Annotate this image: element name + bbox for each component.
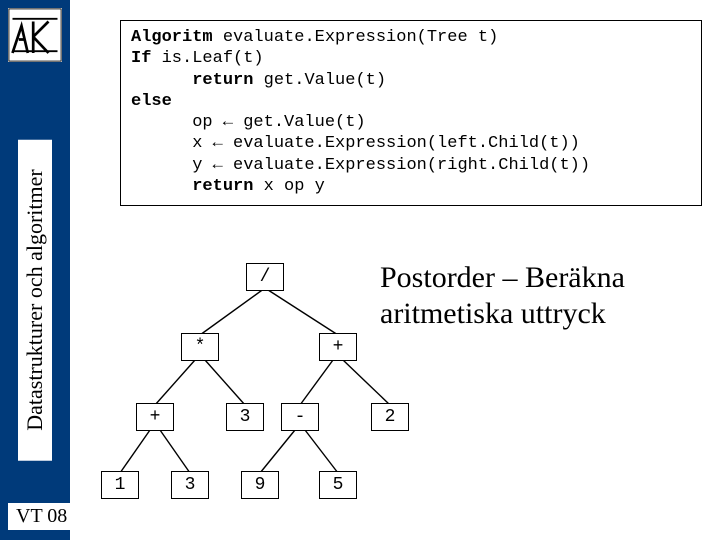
indent-l3 bbox=[131, 71, 192, 90]
kw-if: If bbox=[131, 49, 151, 68]
code-l6: x ← evaluate.Expression(left.Child(t)) bbox=[131, 134, 580, 153]
node-one: 1 bbox=[101, 471, 139, 499]
kw-else: else bbox=[131, 92, 172, 111]
sidebar-course-title: Datastrukturer och algoritmer bbox=[18, 139, 52, 460]
kw-algoritm: Algoritm bbox=[131, 28, 213, 47]
node-five: 5 bbox=[319, 471, 357, 499]
node-two: 2 bbox=[371, 403, 409, 431]
indent-l8 bbox=[131, 177, 192, 196]
kw-return-2: return bbox=[192, 177, 253, 196]
node-three-b: 3 bbox=[171, 471, 209, 499]
code-l5: op ← get.Value(t) bbox=[131, 113, 366, 132]
algorithm-box: Algoritm evaluate.Expression(Tree t) If … bbox=[120, 20, 702, 206]
code-l3: get.Value(t) bbox=[253, 71, 386, 90]
node-three-a: 3 bbox=[226, 403, 264, 431]
kw-return-1: return bbox=[192, 71, 253, 90]
code-l1: evaluate.Expression(Tree t) bbox=[213, 28, 499, 47]
node-minus: - bbox=[281, 403, 319, 431]
node-root-divide: / bbox=[246, 263, 284, 291]
kth-logo bbox=[8, 8, 62, 62]
node-plus-right: + bbox=[319, 333, 357, 361]
node-multiply: * bbox=[181, 333, 219, 361]
footer-term: VT 08 bbox=[8, 503, 75, 530]
node-plus-left: + bbox=[136, 403, 174, 431]
code-l2: is.Leaf(t) bbox=[151, 49, 263, 68]
code-l7: y ← evaluate.Expression(right.Child(t)) bbox=[131, 156, 590, 175]
node-nine: 9 bbox=[241, 471, 279, 499]
code-l8: x op y bbox=[253, 177, 324, 196]
expression-tree: / * + + 3 - 2 1 3 9 5 bbox=[100, 255, 430, 515]
